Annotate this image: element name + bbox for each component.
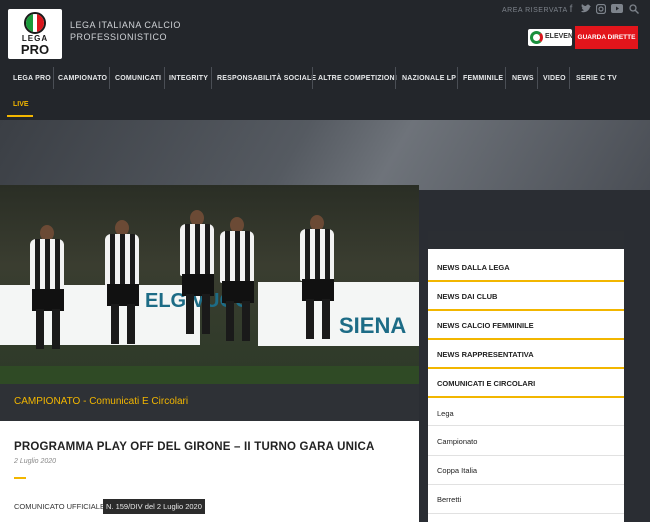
instagram-icon[interactable] — [595, 3, 607, 16]
sidebar-divider — [428, 338, 624, 340]
nav-divider — [457, 67, 458, 89]
ball-icon — [24, 12, 46, 34]
sidebar-divider — [428, 513, 624, 514]
sidebar-divider — [428, 396, 624, 398]
sidebar-subitem-coppa-italia[interactable]: Coppa Italia — [437, 466, 477, 475]
sidebar-item-comunicati-e-circolari[interactable]: COMUNICATI E CIRCOLARI — [437, 379, 535, 388]
nav-divider — [109, 67, 110, 89]
hero-image[interactable]: ELG VUOC SIENA — [0, 185, 419, 384]
nav-divider — [395, 67, 396, 89]
organization-name: LEGA ITALIANA CALCIO PROFESSIONISTICO — [70, 19, 181, 43]
nav-item-altre-competizioni[interactable]: ALTRE COMPETIZIONI — [318, 75, 397, 82]
nav-divider — [164, 67, 165, 89]
nav-item-lega-pro[interactable]: LEGA PRO — [13, 75, 51, 82]
nav-divider — [312, 67, 313, 89]
twitter-icon[interactable] — [580, 4, 592, 16]
sidebar-header — [428, 231, 624, 249]
lega-pro-logo[interactable]: LEGA PRO — [8, 9, 62, 59]
nav-divider — [537, 67, 538, 89]
comunicato-reference: N. 159/DIV del 2 Luglio 2020 — [103, 499, 205, 514]
eleven-logo-mark-icon — [530, 31, 543, 44]
pitch-grass — [0, 366, 419, 384]
sidebar-divider — [428, 455, 624, 456]
sidebar-item-news-dai-club[interactable]: NEWS DAI CLUB — [437, 292, 497, 301]
youtube-icon[interactable] — [611, 4, 623, 16]
nav-item-video[interactable]: VIDEO — [543, 75, 566, 82]
site-header — [0, 0, 650, 120]
nav-item-integrity[interactable]: INTEGRITY — [169, 75, 208, 82]
comunicato-label: COMUNICATO UFFICIALE — [14, 502, 105, 511]
hero-caption[interactable]: CAMPIONATO - Comunicati E Circolari — [14, 396, 188, 407]
nav-divider — [53, 67, 54, 89]
sidebar-subitem-lega[interactable]: Lega — [437, 409, 454, 418]
nav-item-femminile[interactable]: FEMMINILE — [463, 75, 503, 82]
eleven-logo-text: ELEVEN — [545, 33, 574, 40]
nav-item-responsabilita-sociale[interactable]: RESPONSABILITÀ SOCIALE — [217, 75, 316, 82]
sidebar-divider — [428, 484, 624, 485]
nav-item-serie-c-tv[interactable]: SERIE C TV — [576, 75, 617, 82]
org-name-line1: LEGA ITALIANA CALCIO — [70, 20, 181, 30]
article-date: 2 Luglio 2020 — [14, 458, 57, 465]
search-icon[interactable] — [628, 4, 640, 16]
sidebar-item-news-dalla-lega[interactable]: NEWS DALLA LEGA — [437, 263, 510, 272]
article-title: PROGRAMMA PLAY OFF DEL GIRONE – II TURNO… — [14, 441, 375, 453]
sidebar-divider — [428, 425, 624, 426]
nav-item-campionato[interactable]: CAMPIONATO — [58, 75, 107, 82]
org-name-line2: PROFESSIONISTICO — [70, 32, 168, 42]
area-riservata-link[interactable]: AREA RISERVATA — [502, 7, 568, 14]
logo-pro-text: PRO — [20, 42, 50, 57]
eleven-sports-logo[interactable]: ELEVEN — [528, 29, 574, 46]
nav-item-comunicati[interactable]: COMUNICATI — [115, 75, 161, 82]
nav-item-live[interactable]: LIVE — [13, 101, 29, 108]
nav-item-nazionale-lp[interactable]: NAZIONALE LP — [402, 75, 456, 82]
nav-divider — [505, 67, 506, 89]
sidebar-divider — [428, 309, 624, 311]
sidebar-divider — [428, 280, 624, 282]
facebook-icon[interactable]: f — [565, 4, 577, 16]
sidebar-subitem-berretti[interactable]: Berretti — [437, 495, 461, 504]
banner-text-right: SIENA — [339, 313, 407, 338]
sidebar-item-news-calcio-femminile[interactable]: NEWS CALCIO FEMMINILE — [437, 321, 534, 330]
nav-item-news[interactable]: NEWS — [512, 75, 534, 82]
header-background-band — [0, 120, 650, 190]
sidebar-item-news-rappresentativa[interactable]: NEWS RAPPRESENTATIVA — [437, 350, 534, 359]
guarda-dirette-button[interactable]: GUARDA DIRETTE — [575, 26, 638, 49]
article-accent-bar — [14, 477, 26, 479]
nav-divider — [569, 67, 570, 89]
nav-divider — [211, 67, 212, 89]
nav-active-indicator — [7, 115, 33, 117]
sidebar-divider — [428, 367, 624, 369]
sidebar-subitem-campionato[interactable]: Campionato — [437, 437, 477, 446]
